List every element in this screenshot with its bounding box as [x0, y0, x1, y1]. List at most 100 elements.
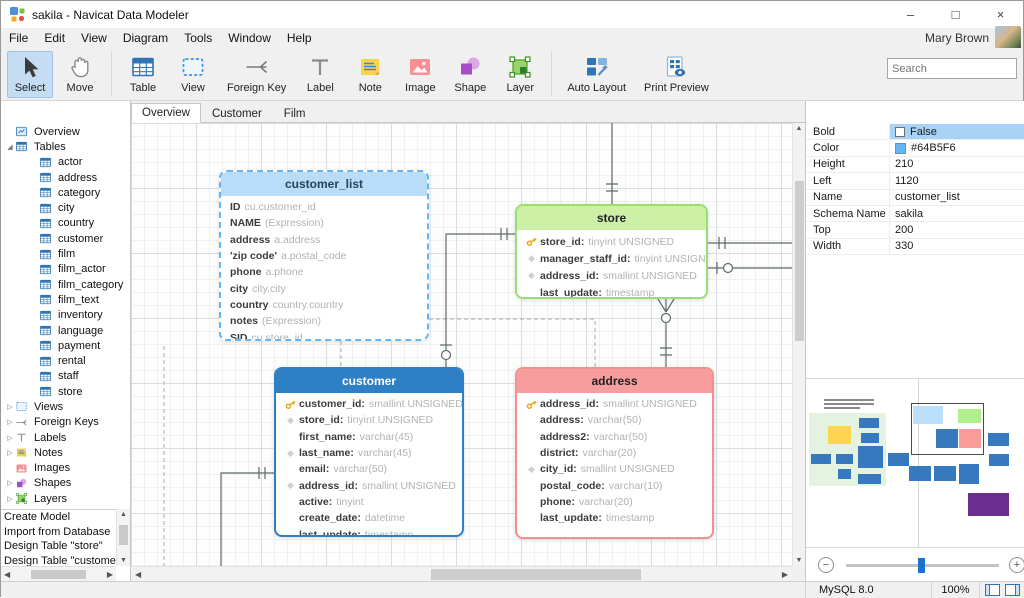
user-avatar[interactable]: [995, 26, 1021, 49]
toolbar-label-button[interactable]: Label: [297, 51, 343, 98]
tree-item-actor[interactable]: actor: [1, 155, 130, 170]
field-row[interactable]: ◆last_name:varchar(45): [276, 445, 462, 461]
tree-item-views[interactable]: ▷Views: [1, 399, 130, 414]
entity-address[interactable]: addressaddress_id:smallint UNSIGNEDaddre…: [515, 367, 714, 539]
zoom-out-button[interactable]: −: [818, 557, 834, 573]
canvas-vscrollbar[interactable]: ▲ ▼: [792, 123, 805, 566]
field-row[interactable]: 'zip code'a.postal_code: [221, 248, 427, 264]
menu-window[interactable]: Window: [220, 28, 279, 48]
tree-item-rental[interactable]: rental: [1, 353, 130, 368]
entity-customer_list[interactable]: customer_listIDcu.customer_idNAME(Expres…: [219, 170, 429, 341]
property-value[interactable]: 1120: [890, 173, 1024, 188]
canvas-hscrollbar[interactable]: ◀ ▶: [131, 566, 792, 581]
menu-file[interactable]: File: [1, 28, 36, 48]
expand-icon[interactable]: ▷: [5, 403, 15, 411]
maximize-button[interactable]: □: [933, 1, 978, 28]
expand-icon[interactable]: ▷: [5, 434, 15, 442]
field-row[interactable]: email:varchar(50): [276, 461, 462, 477]
field-row[interactable]: countrycountry.country: [221, 297, 427, 313]
menu-help[interactable]: Help: [279, 28, 320, 48]
toolbar-shape-button[interactable]: Shape: [447, 51, 493, 98]
property-value[interactable]: #64B5F6: [890, 140, 1024, 155]
field-row[interactable]: postal_code:varchar(10): [517, 477, 712, 493]
history-item[interactable]: Create Model: [1, 510, 130, 525]
tree-item-tables[interactable]: ◢Tables: [1, 139, 130, 154]
tree-item-inventory[interactable]: inventory: [1, 308, 130, 323]
field-row[interactable]: NAME(Expression): [221, 215, 427, 231]
property-value[interactable]: 200: [890, 222, 1024, 237]
scroll-down-icon[interactable]: ▼: [117, 557, 130, 564]
sidebar-hscrollbar[interactable]: ◀ ▶: [1, 566, 116, 581]
scrollbar-thumb[interactable]: [31, 570, 86, 579]
expand-icon[interactable]: ▷: [5, 495, 15, 503]
field-row[interactable]: ◆store_id:tinyint UNSIGNED: [276, 412, 462, 428]
toolbar-note-button[interactable]: Note: [347, 51, 393, 98]
entity-customer[interactable]: customercustomer_id:smallint UNSIGNED◆st…: [274, 367, 464, 537]
field-row[interactable]: address2:varchar(50): [517, 429, 712, 445]
tree-item-notes[interactable]: ▷Notes: [1, 445, 130, 460]
scrollbar-thumb[interactable]: [119, 525, 128, 545]
tree-item-payment[interactable]: payment: [1, 338, 130, 353]
property-value[interactable]: sakila: [890, 206, 1024, 221]
field-row[interactable]: ◆address_id:smallint UNSIGNED: [517, 267, 706, 284]
tree-item-film_text[interactable]: film_text: [1, 292, 130, 307]
field-row[interactable]: address_id:smallint UNSIGNED: [517, 396, 712, 412]
toolbar-foreign-key-button[interactable]: Foreign Key: [220, 51, 293, 98]
field-row[interactable]: phonea.phone: [221, 264, 427, 280]
collapse-icon[interactable]: ◢: [5, 143, 15, 151]
field-row[interactable]: last_update:timestamp: [517, 510, 712, 526]
expand-icon[interactable]: ▷: [5, 418, 15, 426]
toolbar-auto-layout-button[interactable]: Auto Layout: [560, 51, 633, 98]
minimap-viewport[interactable]: [911, 403, 984, 455]
scroll-right-icon[interactable]: ▶: [107, 570, 113, 579]
menu-tools[interactable]: Tools: [176, 28, 220, 48]
zoom-in-button[interactable]: +: [1009, 557, 1024, 573]
tree-item-city[interactable]: city: [1, 200, 130, 215]
close-button[interactable]: ×: [978, 1, 1023, 28]
tree-item-address[interactable]: address: [1, 170, 130, 185]
tree-item-film_actor[interactable]: film_actor: [1, 262, 130, 277]
tree-item-foreign-keys[interactable]: ▷Foreign Keys: [1, 415, 130, 430]
expand-icon[interactable]: ▷: [5, 449, 15, 457]
field-row[interactable]: addressa.address: [221, 232, 427, 248]
history-item[interactable]: Design Table "store": [1, 539, 130, 554]
toolbar-view-button[interactable]: View: [170, 51, 216, 98]
scroll-left-icon[interactable]: ◀: [4, 570, 10, 579]
field-row[interactable]: customer_id:smallint UNSIGNED: [276, 396, 462, 412]
scrollbar-thumb[interactable]: [431, 569, 641, 580]
entity-store[interactable]: storestore_id:tinyint UNSIGNED◆manager_s…: [515, 204, 708, 299]
toolbar-select-button[interactable]: Select: [7, 51, 53, 98]
field-row[interactable]: last_update:timestamp: [517, 284, 706, 299]
field-row[interactable]: last_update:timestamp: [276, 526, 462, 537]
menu-edit[interactable]: Edit: [36, 28, 73, 48]
toolbar-layer-button[interactable]: Layer: [497, 51, 543, 98]
zoom-slider-thumb[interactable]: [918, 558, 925, 573]
toolbar-image-button[interactable]: Image: [397, 51, 443, 98]
toggle-right-panel-icon[interactable]: [1005, 584, 1020, 596]
history-item[interactable]: Import from Database: [1, 525, 130, 540]
field-row[interactable]: ◆manager_staff_id:tinyint UNSIGNED: [517, 250, 706, 267]
search-input[interactable]: [888, 63, 1024, 75]
property-value[interactable]: customer_list: [890, 190, 1024, 205]
diagram-tab-film[interactable]: Film: [273, 104, 317, 123]
tree-item-staff[interactable]: staff: [1, 369, 130, 384]
diagram-tab-overview[interactable]: Overview: [131, 103, 201, 123]
menu-diagram[interactable]: Diagram: [115, 28, 176, 48]
scroll-up-icon[interactable]: ▲: [117, 511, 130, 518]
field-row[interactable]: active:tinyint: [276, 494, 462, 510]
field-row[interactable]: ◆city_id:smallint UNSIGNED: [517, 461, 712, 477]
tree-item-overview[interactable]: Overview: [1, 124, 130, 139]
diagram-canvas[interactable]: customer_listIDcu.customer_idNAME(Expres…: [131, 123, 792, 566]
toolbar-print-preview-button[interactable]: Print Preview: [637, 51, 716, 98]
scroll-left-icon[interactable]: ◀: [135, 570, 141, 579]
history-scrollbar[interactable]: ▲ ▼: [116, 509, 130, 566]
zoom-slider-track[interactable]: [846, 564, 999, 567]
field-row[interactable]: address:varchar(50): [517, 412, 712, 428]
tree-item-country[interactable]: country: [1, 216, 130, 231]
scrollbar-thumb[interactable]: [795, 181, 804, 341]
expand-icon[interactable]: ▷: [5, 479, 15, 487]
tree-item-category[interactable]: category: [1, 185, 130, 200]
tree-item-store[interactable]: store: [1, 384, 130, 399]
field-row[interactable]: district:varchar(20): [517, 445, 712, 461]
diagram-tab-customer[interactable]: Customer: [201, 104, 273, 123]
